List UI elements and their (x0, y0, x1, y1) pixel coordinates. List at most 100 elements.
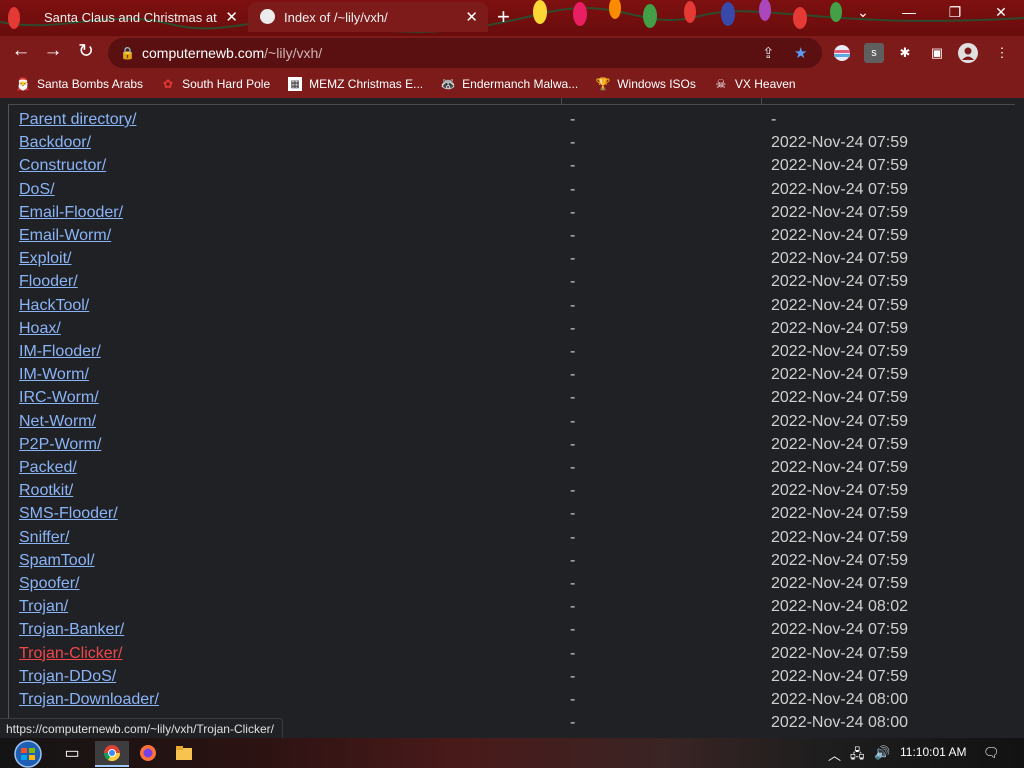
date-cell: 2022-Nov-24 07:59 (771, 575, 908, 592)
address-bar[interactable]: 🔒 computernewb.com/~lily/vxh/ ⇪ ★ (108, 38, 822, 68)
directory-link[interactable]: Constructor/ (19, 157, 106, 175)
size-cell: - (570, 250, 576, 268)
directory-link[interactable]: Sniffer/ (19, 529, 69, 547)
url-text[interactable]: computernewb.com/~lily/vxh/ (142, 45, 322, 61)
side-panel-icon[interactable]: ▣ (927, 43, 947, 63)
forward-arrow-icon[interactable]: → (40, 40, 66, 62)
size-cell: - (570, 482, 576, 500)
directory-link[interactable]: Parent directory/ (19, 111, 136, 129)
tab-title: Santa Claus and Christmas at the (44, 9, 218, 25)
directory-link[interactable]: Exploit/ (19, 250, 71, 268)
menu-kebab-icon[interactable]: ⋮ (992, 43, 1012, 63)
close-tab-icon[interactable]: ✕ (225, 8, 238, 26)
start-orb-icon[interactable] (10, 738, 46, 768)
bookmark-memz-christmas[interactable]: ▦ MEMZ Christmas E... (288, 77, 423, 91)
size-cell: - (570, 598, 576, 616)
minimize-icon[interactable]: — (894, 4, 924, 20)
table-row: HackTool/ - 2022-Nov-24 07:59 (19, 295, 1019, 318)
tab-search-chevron-icon[interactable]: ⌄ (848, 4, 878, 21)
date-cell: 2022-Nov-24 08:00 (771, 714, 908, 732)
table-row: Trojan/ - 2022-Nov-24 08:02 (19, 596, 1019, 619)
date-cell: 2022-Nov-24 07:59 (771, 180, 908, 198)
extensions-puzzle-icon[interactable]: ✱ (895, 43, 915, 63)
share-icon[interactable]: ⇪ (762, 44, 775, 62)
volume-icon[interactable]: 🔊 (874, 745, 890, 761)
date-cell: 2022-Nov-24 07:59 (771, 459, 908, 476)
directory-link[interactable]: Trojan-Banker/ (19, 621, 124, 639)
table-row: SMS-Flooder/ - 2022-Nov-24 07:59 (19, 503, 1019, 526)
firefox-taskbar-icon[interactable] (131, 741, 165, 765)
new-tab-icon[interactable]: + (497, 4, 510, 30)
size-cell: - (570, 412, 576, 430)
page-content: Parent directory/ - - Backdoor/ - 2022-Nov-24… (0, 98, 1024, 738)
directory-link[interactable]: Flooder/ (19, 273, 78, 291)
date-cell: 2022-Nov-24 07:59 (771, 482, 908, 500)
directory-link[interactable]: Rootkit/ (19, 482, 73, 500)
bookmark-endermanch-malware[interactable]: 🦝 Endermanch Malwa... (440, 77, 579, 91)
size-cell: - (570, 180, 576, 198)
date-cell: 2022-Nov-24 07:59 (771, 227, 908, 244)
bookmark-star-icon[interactable]: ★ (794, 44, 807, 62)
directory-link[interactable]: Email-Worm/ (19, 227, 111, 245)
directory-link[interactable]: Trojan-Downloader/ (19, 691, 159, 709)
directory-link[interactable]: Trojan/ (19, 598, 68, 616)
directory-link[interactable]: SpamTool/ (19, 552, 95, 570)
extension-s-icon[interactable]: s (864, 43, 884, 63)
chrome-taskbar-icon[interactable] (95, 741, 129, 767)
profile-avatar-icon[interactable] (958, 43, 978, 63)
extension-flag-icon[interactable] (832, 43, 852, 63)
directory-link[interactable]: Hoax/ (19, 320, 61, 338)
directory-link[interactable]: Trojan-Clicker/ (19, 645, 122, 663)
status-bar-url: https://computernewb.com/~lily/vxh/Troja… (0, 718, 283, 740)
table-row: Trojan-DDoS/ - 2022-Nov-24 07:59 (19, 666, 1019, 689)
table-row: P2P-Worm/ - 2022-Nov-24 07:59 (19, 434, 1019, 457)
file-explorer-taskbar-icon[interactable] (167, 741, 201, 765)
bookmark-windows-isos[interactable]: 🏆 Windows ISOs (596, 77, 696, 91)
size-cell: - (570, 691, 576, 708)
bookmark-south-hard-pole[interactable]: ✿ South Hard Pole (161, 77, 270, 91)
directory-link[interactable]: Email-Flooder/ (19, 204, 123, 222)
browser-toolbar: ← → ↻ 🔒 computernewb.com/~lily/vxh/ ⇪ ★ … (0, 36, 1024, 70)
directory-link[interactable]: Packed/ (19, 459, 77, 477)
directory-link[interactable]: DoS/ (19, 181, 55, 199)
task-view-icon[interactable]: ▭ (55, 741, 89, 765)
directory-link[interactable]: IRC-Worm/ (19, 389, 99, 407)
table-row: Backdoor/ - 2022-Nov-24 07:59 (19, 132, 1019, 155)
directory-link[interactable]: Spoofer/ (19, 575, 79, 593)
date-cell: 2022-Nov-24 07:59 (771, 319, 908, 337)
bookmark-santa-bombs-arabs[interactable]: 🎅 Santa Bombs Arabs (16, 77, 144, 91)
bookmark-vx-heaven[interactable]: ☠ VX Heaven (714, 77, 796, 91)
directory-link[interactable]: Trojan-DDoS/ (19, 668, 116, 686)
close-tab-icon[interactable]: ✕ (465, 8, 478, 26)
bookmark-label: South Hard Pole (182, 77, 271, 91)
table-row: IM-Worm/ - 2022-Nov-24 07:59 (19, 364, 1019, 387)
directory-link[interactable]: IM-Flooder/ (19, 343, 101, 361)
lock-icon[interactable]: 🔒 (120, 46, 135, 60)
tab-index-vxh[interactable]: Index of /~lily/vxh/ ✕ (248, 2, 488, 32)
show-hidden-icons-chevron-icon[interactable]: ︿ (828, 745, 841, 764)
size-cell: - (570, 203, 576, 221)
size-cell: - (570, 366, 576, 384)
directory-link[interactable]: Backdoor/ (19, 134, 91, 152)
restore-icon[interactable]: ❐ (940, 4, 970, 21)
raccoon-icon: 🦝 (440, 77, 456, 91)
close-window-icon[interactable]: ✕ (986, 4, 1016, 21)
url-path: /~lily/vxh/ (264, 45, 323, 61)
taskbar-clock[interactable]: 11:10:01 AM (900, 745, 967, 759)
table-row: Spoofer/ - 2022-Nov-24 07:59 (19, 573, 1019, 596)
date-cell: 2022-Nov-24 08:02 (771, 598, 908, 616)
back-arrow-icon[interactable]: ← (8, 40, 34, 62)
directory-link[interactable]: Net-Worm/ (19, 413, 96, 431)
directory-link[interactable]: SMS-Flooder/ (19, 505, 118, 523)
directory-link[interactable]: P2P-Worm/ (19, 436, 101, 454)
reload-icon[interactable]: ↻ (73, 40, 99, 63)
notifications-icon[interactable]: 🗨 (983, 745, 1000, 761)
bookmark-label: Endermanch Malwa... (462, 77, 579, 91)
date-cell: 2022-Nov-24 07:59 (771, 435, 908, 453)
directory-link[interactable]: IM-Worm/ (19, 366, 89, 384)
tab-santa[interactable]: Santa Claus and Christmas at the ✕ (14, 2, 248, 32)
network-icon[interactable]: 🖧 (850, 745, 865, 767)
date-cell: 2022-Nov-24 07:59 (771, 273, 908, 291)
bookmark-label: VX Heaven (734, 77, 796, 91)
directory-link[interactable]: HackTool/ (19, 297, 89, 315)
